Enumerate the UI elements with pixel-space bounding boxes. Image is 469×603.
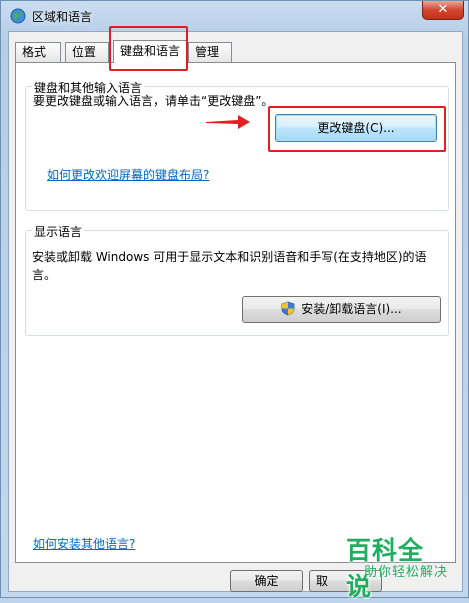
uac-shield-icon bbox=[281, 301, 295, 316]
window-title: 区域和语言 bbox=[32, 10, 93, 24]
title-bar[interactable]: 区域和语言 ✕ bbox=[1, 1, 468, 31]
welcome-screen-keyboard-link[interactable]: 如何更改欢迎屏幕的键盘布局? bbox=[47, 166, 209, 185]
tab-administrative[interactable]: 管理 bbox=[188, 42, 232, 62]
keyboard-group: 键盘和其他输入语言 要更改键盘或输入语言，请单击“更改键盘”。 更改键盘(C).… bbox=[25, 79, 449, 211]
tab-highlight-annotation bbox=[109, 26, 188, 71]
install-uninstall-languages-label: 安装/卸载语言(I)... bbox=[301, 302, 402, 316]
change-keyboard-highlight-annotation bbox=[268, 106, 446, 152]
display-language-group: 显示语言 安装或卸载 Windows 可用于显示文本和识别语音和手写(在支持地区… bbox=[25, 223, 449, 336]
keyboard-description: 要更改键盘或输入语言，请单击“更改键盘”。 bbox=[33, 94, 274, 108]
close-button[interactable]: ✕ bbox=[422, 1, 464, 20]
watermark-subtitle: 助你轻松解决 bbox=[363, 565, 448, 580]
ok-button[interactable]: 确定 bbox=[230, 570, 303, 592]
install-other-languages-link[interactable]: 如何安装其他语言? bbox=[33, 535, 135, 554]
globe-icon bbox=[10, 8, 26, 24]
display-language-description-line2: 言。 bbox=[32, 268, 57, 282]
dialog-client-area: 格式 位置 键盘和语言 管理 键盘和其他输入语言 要更改键盘或输入语言，请单击“… bbox=[8, 26, 463, 592]
red-arrow-icon bbox=[206, 115, 250, 129]
tab-formats[interactable]: 格式 bbox=[15, 42, 61, 62]
display-language-group-label: 显示语言 bbox=[32, 223, 85, 240]
watermark: 百科全说 助你轻松解决 bbox=[346, 527, 462, 601]
tab-panel-keyboards: 键盘和其他输入语言 要更改键盘或输入语言，请单击“更改键盘”。 更改键盘(C).… bbox=[15, 62, 456, 563]
install-uninstall-languages-button[interactable]: 安装/卸载语言(I)... bbox=[242, 296, 441, 323]
tab-location[interactable]: 位置 bbox=[65, 42, 109, 62]
region-language-dialog: 区域和语言 ✕ 格式 位置 键盘和语言 管理 键盘和其他输入语言 要更改键盘或输… bbox=[0, 0, 469, 601]
display-language-description-line1: 安装或卸载 Windows 可用于显示文本和识别语音和手写(在支持地区)的语 bbox=[32, 250, 427, 264]
